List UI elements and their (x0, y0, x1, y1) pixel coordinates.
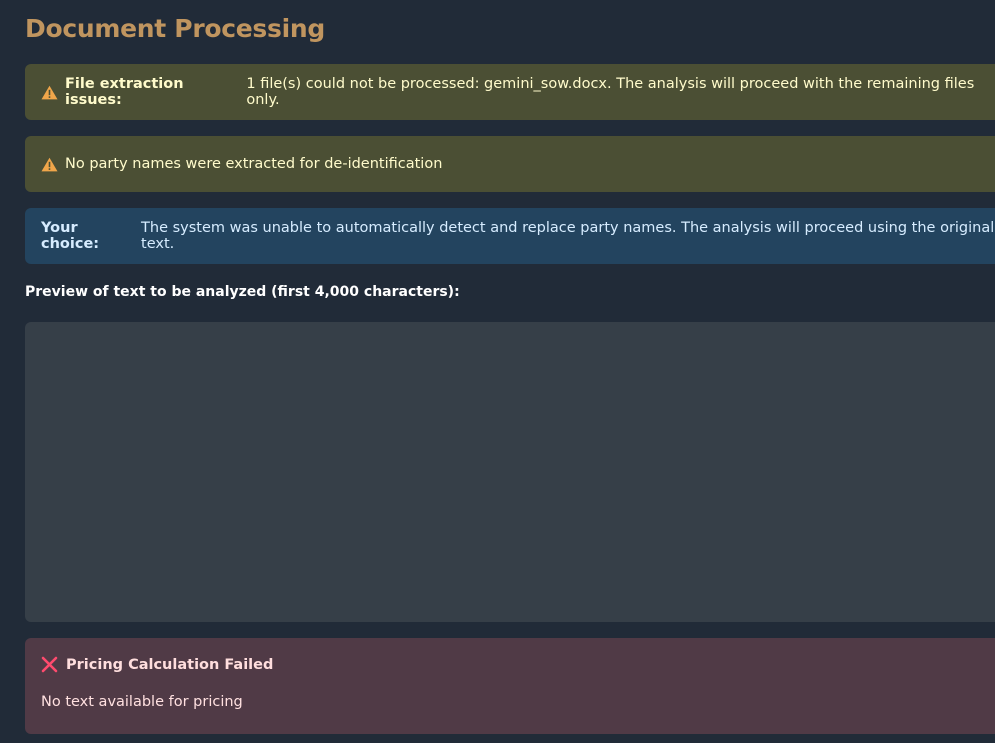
error-title: Pricing Calculation Failed (66, 656, 274, 673)
warning-text: No party names were extracted for de-ide… (65, 156, 443, 172)
info-bold-label: Your choice: (41, 220, 100, 252)
preview-label: Preview of text to be analyzed (first 4,… (25, 284, 460, 300)
info-text: The system was unable to automatically d… (141, 220, 995, 252)
page-title: Document Processing (25, 14, 325, 43)
warning-bold-label: File extraction issues: (65, 76, 184, 108)
warning-text: 1 file(s) could not be processed: gemini… (246, 76, 975, 108)
warning-icon (41, 157, 58, 171)
choice-info-box: Your choice: The system was unable to au… (25, 208, 995, 264)
warning-icon (41, 85, 58, 99)
error-header: Pricing Calculation Failed (41, 656, 995, 673)
file-extraction-warning: File extraction issues: 1 file(s) could … (25, 64, 995, 120)
party-names-warning: No party names were extracted for de-ide… (25, 136, 995, 192)
x-icon (41, 656, 58, 673)
error-message: No text available for pricing (41, 694, 243, 710)
pricing-error-box: Pricing Calculation Failed No text avail… (25, 638, 995, 734)
preview-textarea[interactable] (25, 322, 995, 622)
